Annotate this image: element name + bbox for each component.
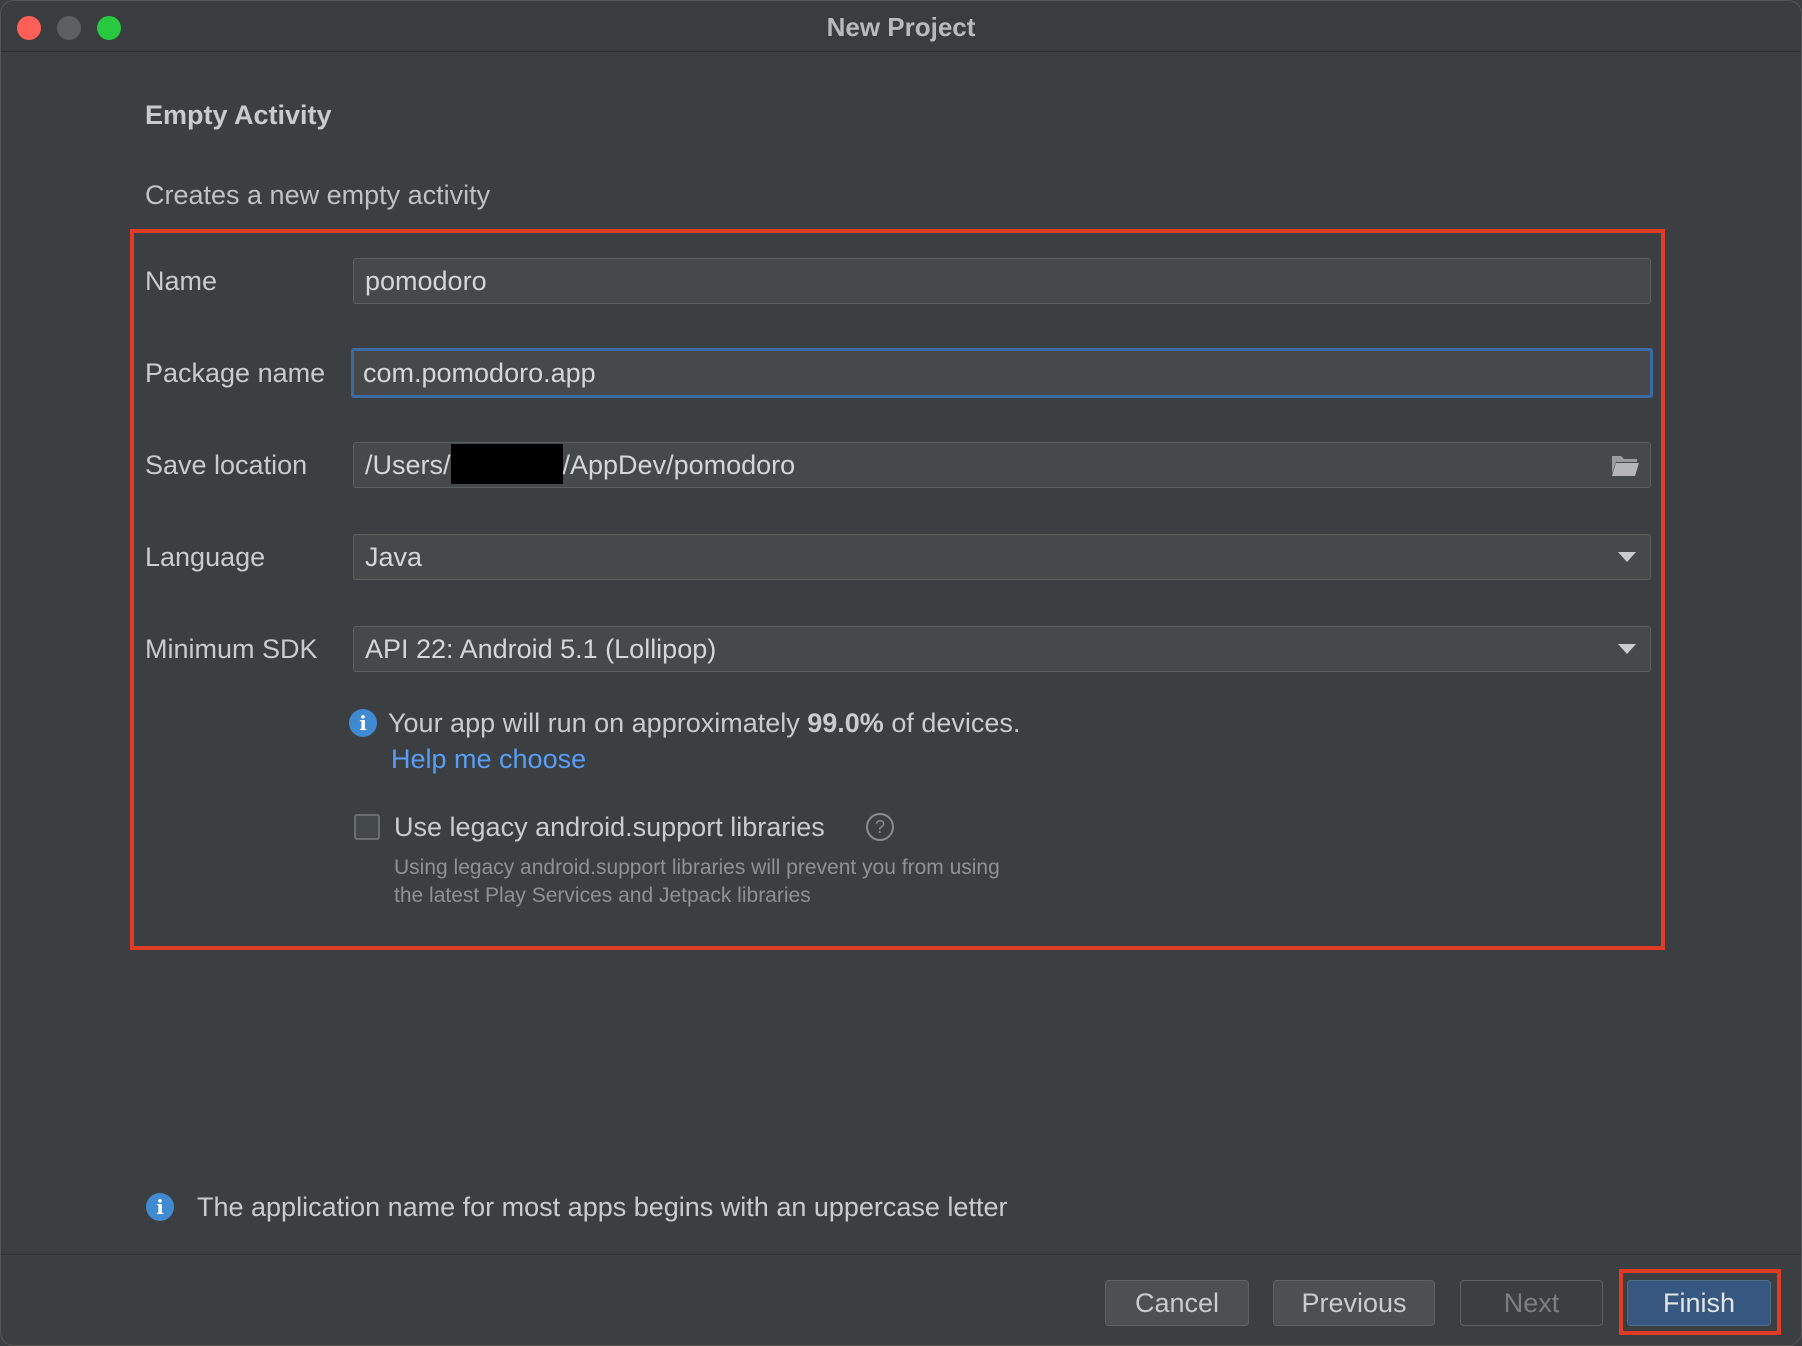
info-icon: i — [349, 709, 377, 737]
language-selected-value: Java — [365, 542, 423, 572]
language-select[interactable]: Java — [353, 534, 1651, 580]
next-button[interactable]: Next — [1460, 1280, 1603, 1326]
minimum-sdk-selected-value: API 22: Android 5.1 (Lollipop) — [365, 634, 717, 664]
legacy-support-label[interactable]: Use legacy android.support libraries — [394, 812, 825, 843]
template-heading: Empty Activity — [145, 100, 332, 130]
minimum-sdk-select[interactable]: API 22: Android 5.1 (Lollipop) — [353, 626, 1651, 672]
package-name-input[interactable] — [351, 348, 1653, 398]
chevron-down-icon — [1618, 644, 1636, 654]
finish-button[interactable]: Finish — [1627, 1280, 1771, 1326]
save-location-suffix: /AppDev/pomodoro — [562, 450, 796, 480]
name-input[interactable] — [353, 258, 1651, 304]
folder-icon[interactable] — [1610, 452, 1640, 478]
legacy-hint-line-1: Using legacy android.support libraries w… — [394, 856, 1000, 879]
save-location-label: Save location — [145, 450, 308, 480]
help-me-choose-link[interactable]: Help me choose — [391, 744, 586, 775]
footer-info-text: The application name for most apps begin… — [197, 1192, 1008, 1222]
minimum-sdk-label: Minimum SDK — [145, 634, 318, 664]
coverage-text-before: Your app will run on approximately — [388, 708, 808, 738]
legacy-hint-line-2: the latest Play Services and Jetpack lib… — [394, 884, 811, 907]
legacy-support-checkbox[interactable] — [354, 814, 380, 840]
help-icon[interactable]: ? — [866, 813, 894, 841]
save-location-input[interactable]: /Users/ /AppDev/pomodoro — [353, 442, 1651, 488]
new-project-dialog: New Project Empty Activity Creates a new… — [0, 0, 1802, 1346]
save-location-prefix: /Users/ — [365, 450, 451, 480]
coverage-percent: 99.0% — [807, 708, 884, 738]
device-coverage-text: Your app will run on approximately 99.0%… — [388, 708, 1020, 739]
template-description: Creates a new empty activity — [145, 180, 491, 210]
chevron-down-icon — [1618, 552, 1636, 562]
title-bar: New Project — [1, 1, 1801, 52]
cancel-button[interactable]: Cancel — [1105, 1280, 1249, 1326]
form-highlight-box — [130, 229, 1665, 950]
coverage-text-after: of devices. — [883, 708, 1021, 738]
footer-divider — [1, 1254, 1801, 1255]
name-label: Name — [145, 266, 218, 296]
info-icon: i — [146, 1193, 174, 1221]
previous-button[interactable]: Previous — [1273, 1280, 1435, 1326]
language-label: Language — [145, 542, 266, 572]
window-title: New Project — [826, 12, 976, 42]
package-name-label: Package name — [145, 358, 326, 388]
redacted-username — [450, 443, 563, 484]
